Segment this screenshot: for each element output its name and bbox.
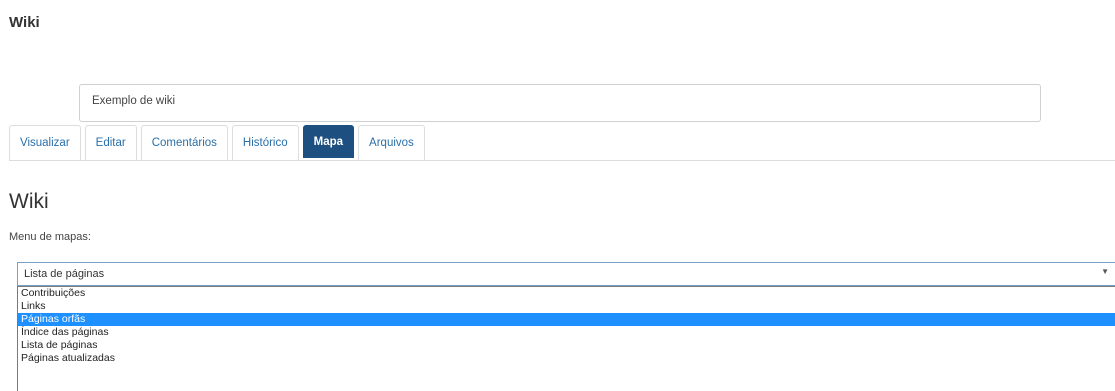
dropdown-option-links[interactable]: Links [18,300,1115,313]
tab-historico[interactable]: Histórico [231,125,299,160]
tab-comentarios[interactable]: Comentários [140,125,228,160]
dropdown-option-contribuicoes[interactable]: Contribuições [18,287,1115,300]
map-menu-selected-value: Lista de páginas [24,268,105,280]
dropdown-option-lista-de-paginas[interactable]: Lista de páginas [18,339,1115,352]
tab-bar: Visualizar Editar Comentários Histórico … [9,125,1115,161]
tab-editar[interactable]: Editar [84,125,137,160]
dropdown-option-paginas-atualizadas[interactable]: Páginas atualizadas [18,352,1115,365]
map-menu-dropdown-list: Contribuições Links Páginas orfãs Índice… [17,286,1115,391]
tab-arquivos[interactable]: Arquivos [358,125,425,160]
map-menu-select[interactable]: Lista de páginas ▼ [17,262,1115,286]
wiki-intro-text: Exemplo de wiki [92,95,176,107]
map-menu-label: Menu de mapas: [9,231,91,243]
tab-visualizar[interactable]: Visualizar [9,125,81,160]
dropdown-option-paginas-orfas[interactable]: Páginas orfãs [18,313,1115,326]
section-title: Wiki [9,190,49,213]
wiki-intro-box: Exemplo de wiki [79,84,1041,122]
page-heading: Wiki [9,14,40,31]
dropdown-option-indice-das-paginas[interactable]: Índice das páginas [18,326,1115,339]
chevron-down-icon: ▼ [1101,267,1109,276]
tab-mapa[interactable]: Mapa [302,125,355,158]
